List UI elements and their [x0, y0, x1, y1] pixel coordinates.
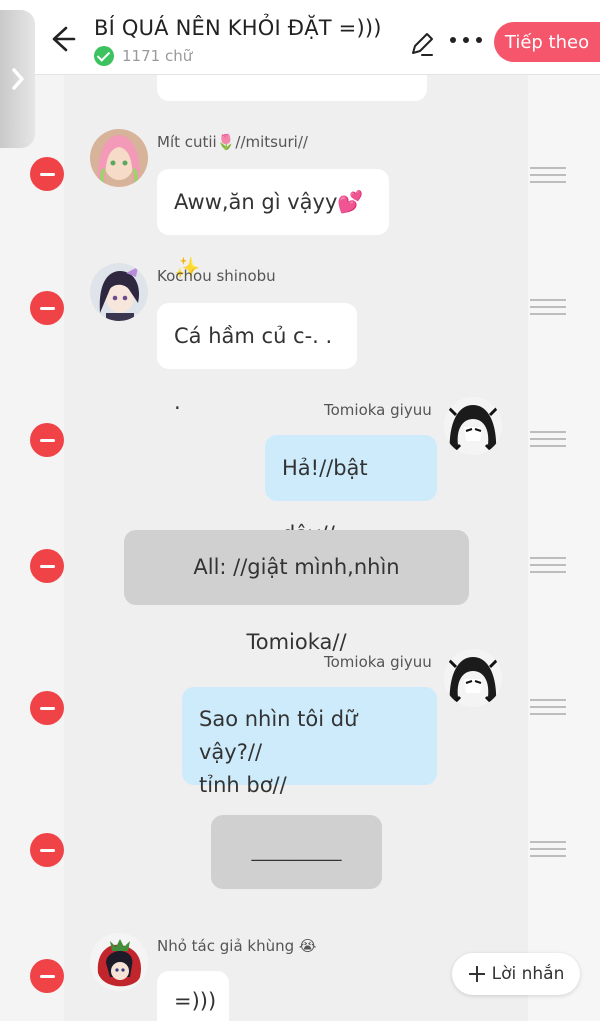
more-icon[interactable]: [448, 30, 484, 50]
pencil-icon[interactable]: [408, 30, 436, 58]
story-title: BÍ QUÁ NÊN KHỎI ĐẶT =))): [94, 16, 382, 40]
message-bubble[interactable]: Aww,ăn gì vậyy💕✨: [157, 169, 389, 280]
chat-editor: Mít cutii🌷//mitsuri// Aww,ăn gì vậyy💕✨ K…: [0, 75, 600, 1021]
drag-handle[interactable]: [530, 841, 566, 861]
editor-header: BÍ QUÁ NÊN KHỎI ĐẶT =))) 1171 chữ Tiếp t…: [0, 0, 600, 75]
delete-message-button[interactable]: [30, 157, 64, 191]
avatar: [444, 397, 502, 455]
sender-name: Mít cutii🌷//mitsuri//: [157, 133, 308, 151]
sender-name: Nhỏ tác giả khùng 😭: [157, 937, 317, 955]
next-button[interactable]: Tiếp theo: [494, 22, 600, 62]
delete-message-button[interactable]: [30, 959, 64, 993]
message-bubble[interactable]: =))): [157, 971, 229, 1021]
avatar: [90, 933, 148, 991]
message-line: tỉnh bơ//: [199, 773, 287, 797]
side-panel-handle[interactable]: [0, 10, 35, 148]
message-line: Sao nhìn tôi dữ vậy?//: [199, 707, 358, 764]
arrow-left-icon[interactable]: [44, 22, 78, 56]
check-icon: [94, 46, 114, 66]
avatar: [444, 649, 502, 707]
add-message-button[interactable]: Lời nhắn: [452, 953, 580, 995]
message-bubble[interactable]: Hả!//bật dậy//: [265, 435, 437, 546]
word-count: 1171 chữ: [122, 47, 193, 65]
sender-name: Tomioka giyuu: [324, 401, 432, 419]
drag-handle[interactable]: [530, 167, 566, 187]
drag-handle[interactable]: [530, 557, 566, 577]
chevron-right-icon: [11, 68, 24, 90]
sender-name: Kochou shinobu: [157, 267, 276, 285]
delete-message-button[interactable]: [30, 833, 64, 867]
avatar: [90, 263, 148, 321]
message-bubble[interactable]: Cá hầm củ c-. . .: [157, 303, 357, 414]
message-bubble[interactable]: Sao nhìn tôi dữ vậy?// tỉnh bơ//: [182, 687, 437, 797]
delete-message-button[interactable]: [30, 549, 64, 583]
avatar: [90, 129, 148, 187]
drag-handle[interactable]: [530, 699, 566, 719]
add-message-label: Lời nhắn: [491, 964, 565, 984]
plus-icon: [468, 966, 485, 982]
drag-handle[interactable]: [530, 431, 566, 451]
narration-bubble[interactable]: All: //giật mình,nhìn Tomioka//: [124, 530, 469, 654]
narration-bubble[interactable]: __________: [211, 815, 382, 889]
word-count-row: 1171 chữ: [94, 46, 192, 66]
delete-message-button[interactable]: [30, 291, 64, 325]
sender-name: Tomioka giyuu: [324, 653, 432, 671]
delete-message-button[interactable]: [30, 423, 64, 457]
delete-message-button[interactable]: [30, 691, 64, 725]
drag-handle[interactable]: [530, 299, 566, 319]
message-bubble-partial: [157, 75, 427, 101]
